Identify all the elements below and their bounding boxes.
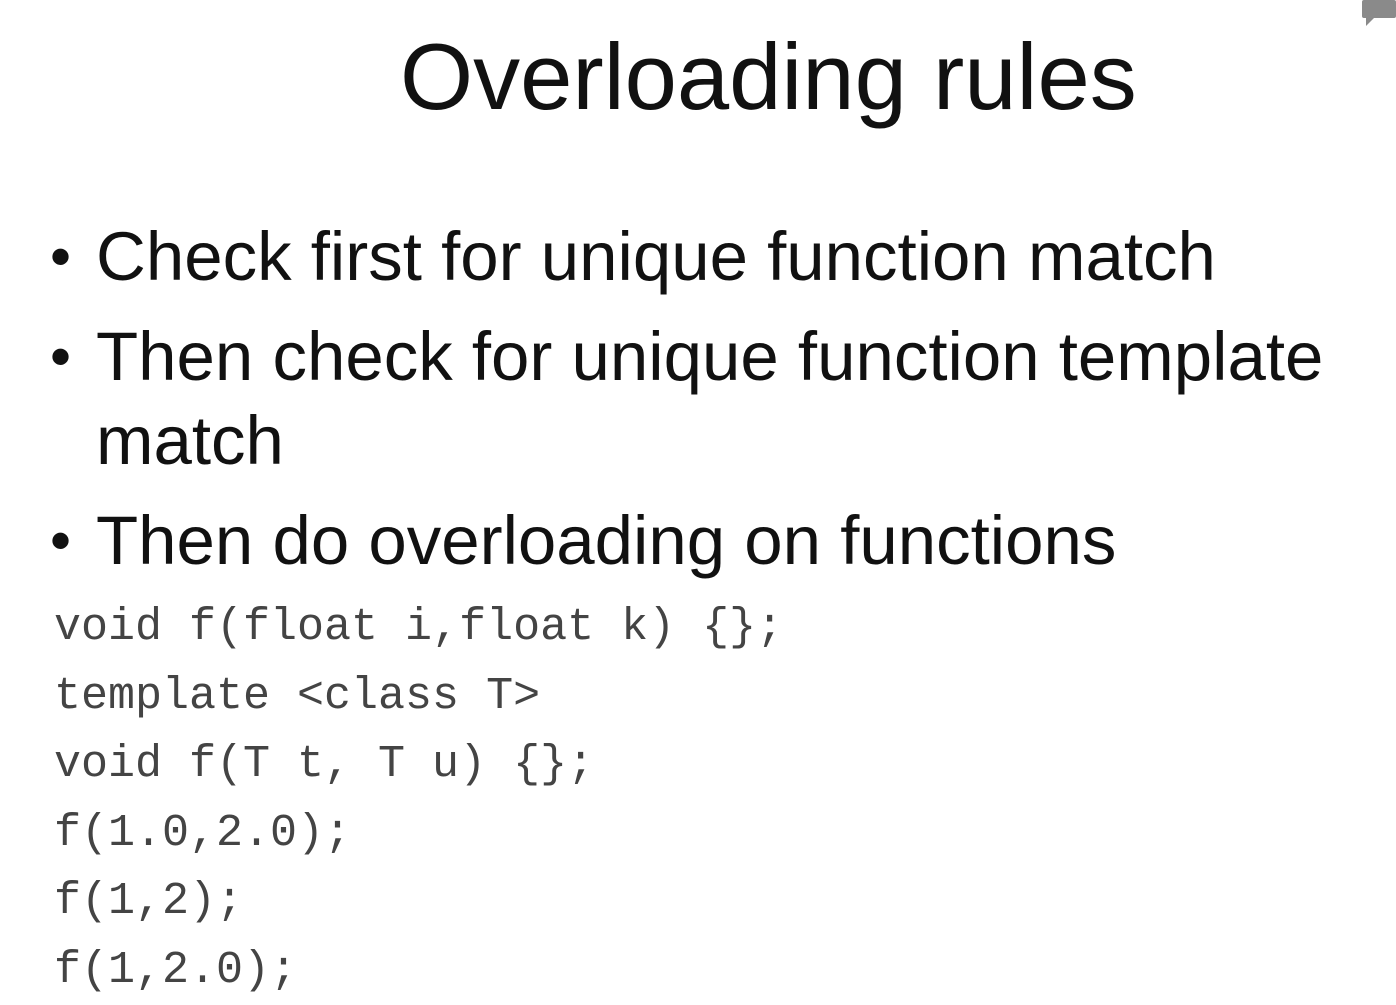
code-line: f(1,2); <box>54 876 244 928</box>
bullet-item: • Check first for unique function match <box>50 215 1396 299</box>
bullet-dot-icon: • <box>50 507 72 574</box>
slide: Overloading rules • Check first for uniq… <box>0 0 1396 1005</box>
code-line: f(1,2.0); <box>54 944 298 996</box>
bullet-text: Check first for unique function match <box>96 218 1216 295</box>
bullet-item: • Then check for unique function templat… <box>50 315 1396 483</box>
bullet-dot-icon: • <box>50 223 72 290</box>
code-line: void f(float i,float k) {}; <box>54 602 784 653</box>
code-block: void f(float i,float k) {}; template <cl… <box>54 594 783 1005</box>
code-line: void f(T t, T u) {}; <box>54 739 595 791</box>
bullet-dot-icon: • <box>50 323 72 390</box>
bullet-item: • Then do overloading on functions <box>50 499 1396 583</box>
slide-title: Overloading rules <box>400 24 1137 129</box>
bullet-text: Then do overloading on functions <box>96 502 1117 579</box>
code-line: template <class T> <box>54 670 541 722</box>
code-line: f(1.0,2.0); <box>54 807 352 859</box>
comment-icon[interactable] <box>1352 0 1396 28</box>
bullet-text: Then check for unique function template … <box>96 318 1324 479</box>
